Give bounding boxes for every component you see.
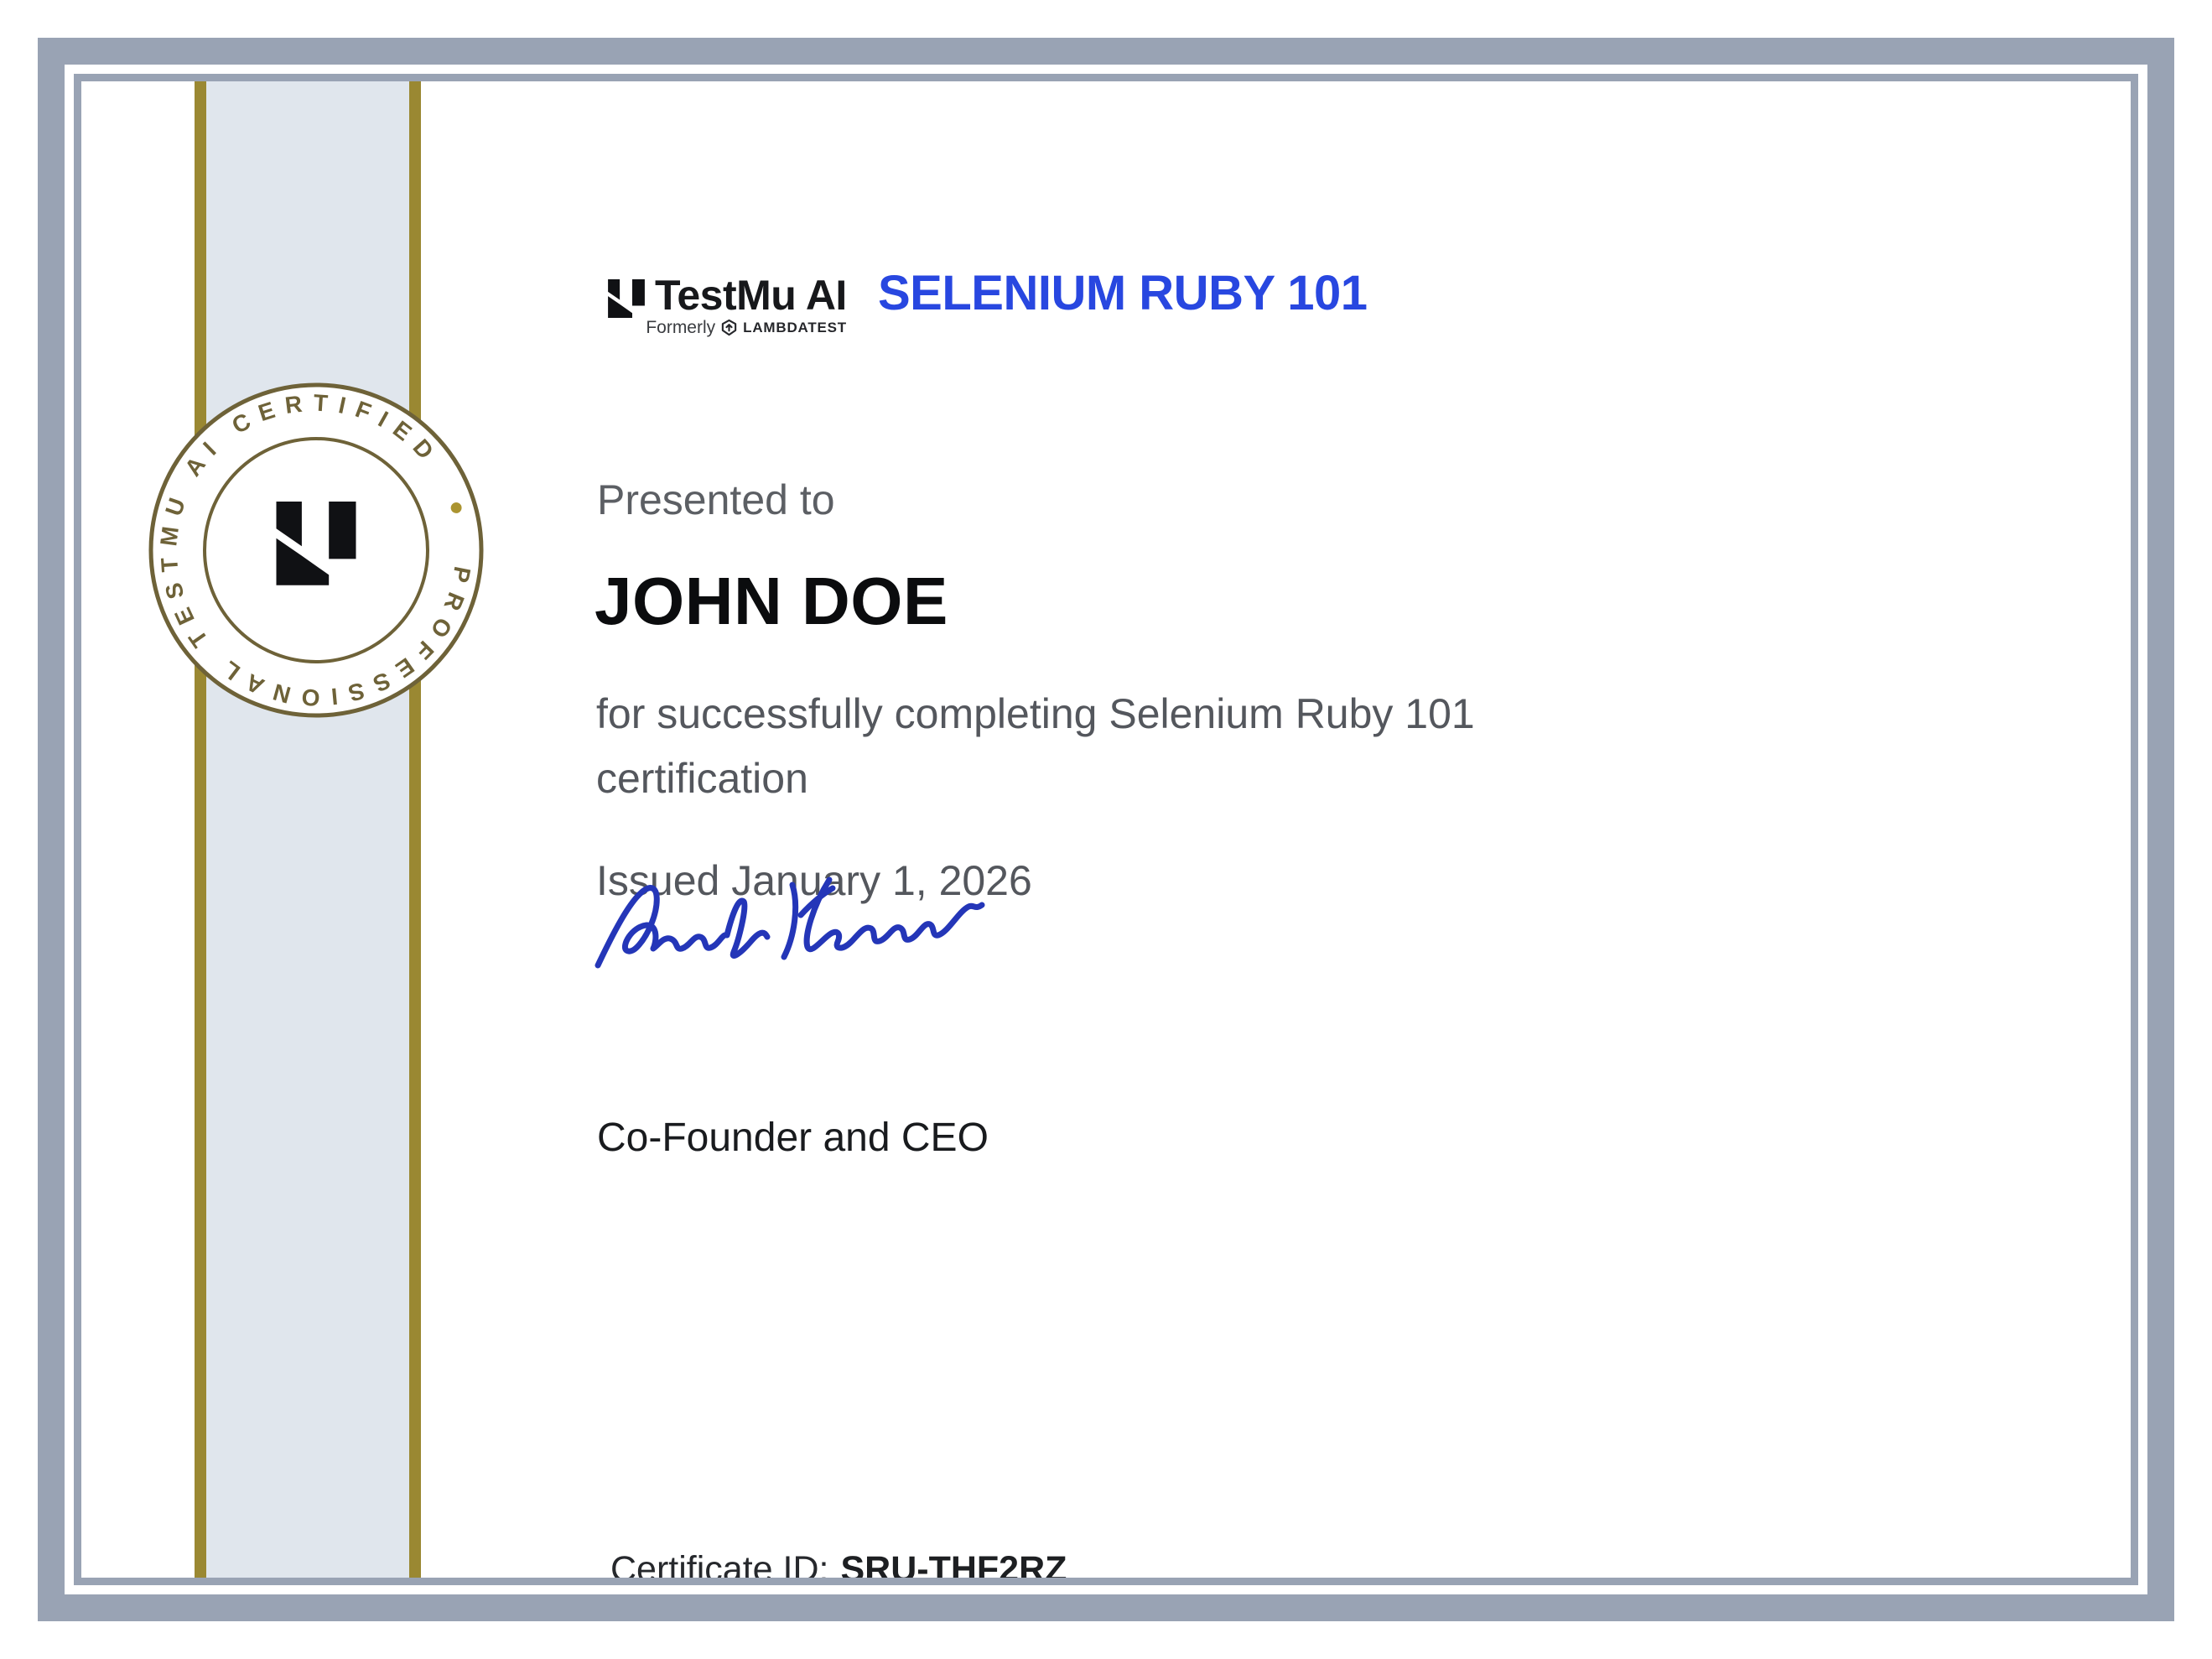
signature <box>595 876 985 969</box>
testmu-logo-icon <box>608 279 645 318</box>
certificate-content: TESTMU AI CERTIFIED ● PROFESSIONAL ● Tes <box>81 81 2131 1578</box>
certification-seal: TESTMU AI CERTIFIED ● PROFESSIONAL ● <box>132 356 488 722</box>
gold-stripe-left <box>195 81 206 1578</box>
description: for successfully completing Selenium Rub… <box>596 682 1475 811</box>
description-line-1: for successfully completing Selenium Rub… <box>596 690 1475 737</box>
brand-name: TestMu AI <box>655 272 847 319</box>
gold-stripe-right <box>409 81 421 1578</box>
certificate-id: Certificate ID: SRU-THF2RZ <box>610 1552 1067 1578</box>
formerly-label: Formerly <box>646 318 716 337</box>
seal-gold-dot: ● <box>144 378 157 384</box>
ribbon-band <box>206 81 409 1578</box>
recipient-name: JOHN DOE <box>595 564 948 638</box>
signer-title: Co-Founder and CEO <box>597 1116 989 1160</box>
presented-to-label: Presented to <box>597 476 835 523</box>
description-line-2: certification <box>596 755 808 802</box>
certificate-id-value: SRU-THF2RZ <box>840 1549 1067 1578</box>
lambdatest-wordmark: LAMBDATEST <box>743 320 847 335</box>
seal-graphic: TESTMU AI CERTIFIED ● PROFESSIONAL ● <box>132 356 484 718</box>
lambdatest-icon <box>721 319 737 336</box>
certificate: TESTMU AI CERTIFIED ● PROFESSIONAL ● Tes <box>0 0 2212 1659</box>
course-title: SELENIUM RUBY 101 <box>878 266 1368 320</box>
formerly-line: Formerly LAMBDATEST <box>608 319 847 336</box>
certificate-id-label: Certificate ID: <box>610 1549 829 1578</box>
